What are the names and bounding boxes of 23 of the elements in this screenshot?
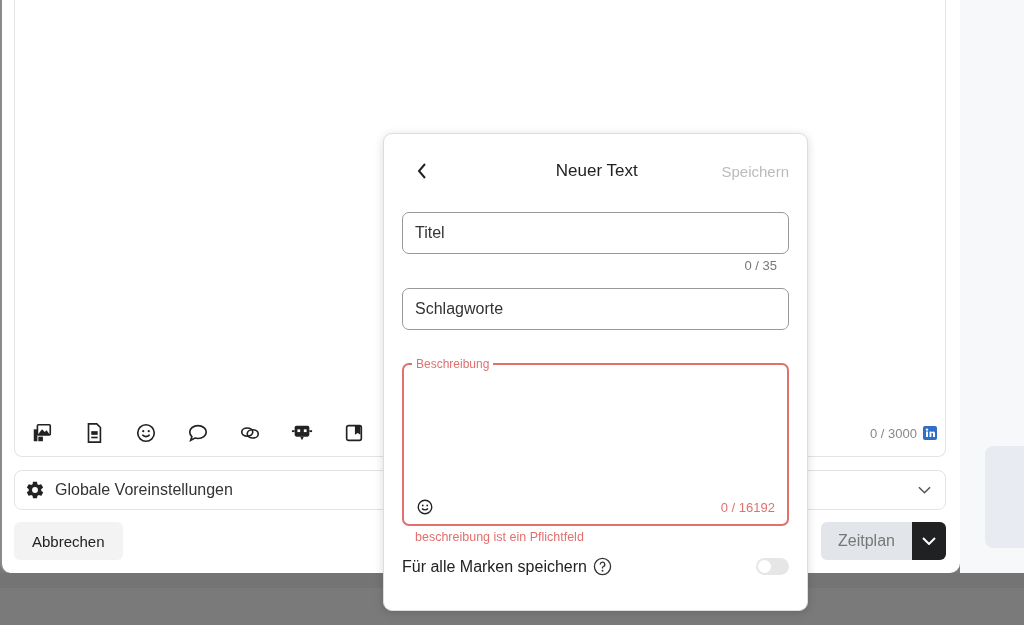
emoji-icon[interactable] (135, 422, 157, 444)
char-counter: 0 / 35 (744, 258, 777, 273)
help-icon[interactable] (592, 557, 612, 576)
toggle-label: Für alle Marken speichern (402, 557, 587, 576)
gallery-icon[interactable] (31, 422, 53, 444)
settings-icon (25, 480, 45, 500)
chevron-icon (918, 486, 931, 494)
back-icon (417, 163, 427, 179)
bookmark-icon[interactable] (343, 422, 365, 444)
error-message: beschreibung ist ein Pflichtfeld (415, 530, 585, 544)
cancel-button[interactable]: Abbrechen (14, 522, 123, 560)
emoji-icon[interactable] (416, 498, 434, 516)
toggle-switch[interactable] (756, 558, 789, 575)
field-label: Beschreibung (412, 357, 494, 371)
char-counter: 0 / 3000 (870, 425, 917, 441)
chevron-icon (922, 537, 936, 545)
network-logo-icon (923, 426, 937, 440)
schedule-menu-button[interactable] (912, 522, 946, 560)
text-field[interactable]: Titel (402, 212, 789, 254)
settings-label: Globale Voreinstellungen (55, 481, 234, 499)
speech-bubble-icon[interactable] (187, 422, 209, 444)
dialog-title: Neuer Text (555, 161, 638, 181)
text-field[interactable]: Schlagworte (402, 288, 789, 330)
